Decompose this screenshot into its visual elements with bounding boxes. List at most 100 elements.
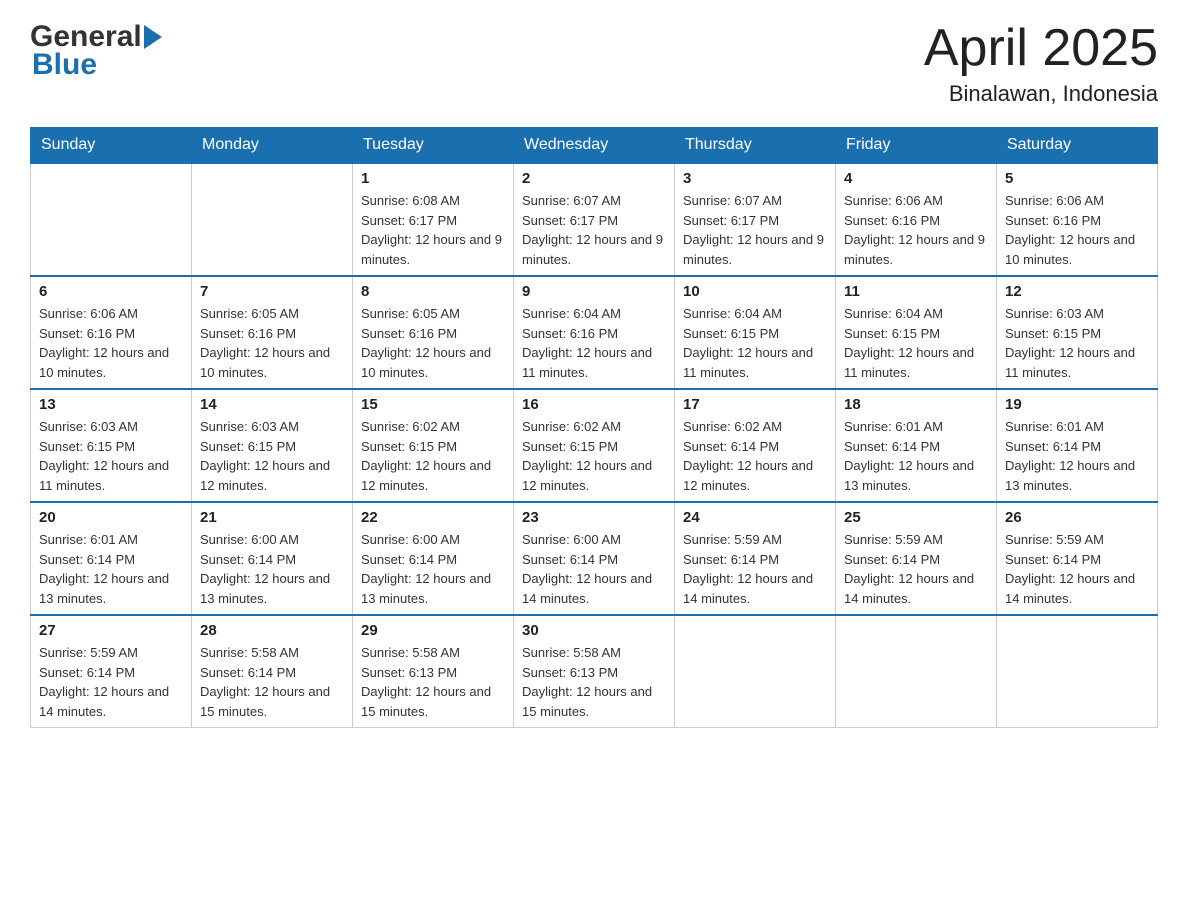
logo: General Blue [30,20,162,82]
calendar-cell: 1 Sunrise: 6:08 AM Sunset: 6:17 PM Daylig… [353,163,514,276]
calendar-cell: 9 Sunrise: 6:04 AM Sunset: 6:16 PM Daylig… [514,276,675,389]
day-info: Sunrise: 6:00 AM Sunset: 6:14 PM Dayligh… [522,530,666,608]
day-info: Sunrise: 6:04 AM Sunset: 6:16 PM Dayligh… [522,304,666,382]
day-number: 8 [361,283,505,300]
day-number: 30 [522,622,666,639]
day-info: Sunrise: 6:02 AM Sunset: 6:15 PM Dayligh… [522,417,666,495]
calendar-cell: 23 Sunrise: 6:00 AM Sunset: 6:14 PM Dayli… [514,502,675,615]
calendar-cell: 18Sunrise: 6:01 AM Sunset: 6:14 PM Dayli… [836,389,997,502]
day-number: 6 [39,283,183,300]
calendar-cell: 19 Sunrise: 6:01 AM Sunset: 6:14 PM Dayli… [997,389,1158,502]
day-number: 11 [844,283,988,300]
day-info: Sunrise: 6:00 AM Sunset: 6:14 PM Dayligh… [200,530,344,608]
calendar-cell: 24 Sunrise: 5:59 AM Sunset: 6:14 PM Dayli… [675,502,836,615]
calendar-cell: 26 Sunrise: 5:59 AM Sunset: 6:14 PM Dayli… [997,502,1158,615]
day-number: 20 [39,509,183,526]
day-number: 17 [683,396,827,413]
day-info: Sunrise: 6:01 AM Sunset: 6:14 PM Dayligh… [1005,417,1149,495]
page-subtitle: Binalawan, Indonesia [924,81,1158,107]
day-number: 22 [361,509,505,526]
day-info: Sunrise: 6:02 AM Sunset: 6:15 PM Dayligh… [361,417,505,495]
day-header-wednesday: Wednesday [514,128,675,164]
day-info: Sunrise: 6:02 AM Sunset: 6:14 PM Dayligh… [683,417,827,495]
calendar-cell [31,163,192,276]
logo-blue-text: Blue [32,48,162,82]
day-info: Sunrise: 5:59 AM Sunset: 6:14 PM Dayligh… [1005,530,1149,608]
day-number: 7 [200,283,344,300]
day-number: 24 [683,509,827,526]
day-info: Sunrise: 6:05 AM Sunset: 6:16 PM Dayligh… [361,304,505,382]
calendar-cell: 8 Sunrise: 6:05 AM Sunset: 6:16 PM Daylig… [353,276,514,389]
calendar-week-2: 6 Sunrise: 6:06 AM Sunset: 6:16 PM Daylig… [31,276,1158,389]
calendar-table: SundayMondayTuesdayWednesdayThursdayFrid… [30,127,1158,728]
calendar-cell [192,163,353,276]
day-number: 10 [683,283,827,300]
day-header-sunday: Sunday [31,128,192,164]
day-number: 28 [200,622,344,639]
day-number: 16 [522,396,666,413]
day-number: 5 [1005,170,1149,187]
day-number: 1 [361,170,505,187]
day-number: 21 [200,509,344,526]
day-number: 15 [361,396,505,413]
day-info: Sunrise: 6:08 AM Sunset: 6:17 PM Dayligh… [361,191,505,269]
title-section: April 2025 Binalawan, Indonesia [924,20,1158,107]
day-number: 27 [39,622,183,639]
day-number: 14 [200,396,344,413]
day-info: Sunrise: 5:59 AM Sunset: 6:14 PM Dayligh… [39,643,183,721]
logo-arrow-icon [144,25,162,49]
day-info: Sunrise: 6:01 AM Sunset: 6:14 PM Dayligh… [39,530,183,608]
page-header: General Blue April 2025 Binalawan, Indon… [30,20,1158,107]
day-info: Sunrise: 5:59 AM Sunset: 6:14 PM Dayligh… [844,530,988,608]
calendar-cell: 20 Sunrise: 6:01 AM Sunset: 6:14 PM Dayli… [31,502,192,615]
day-info: Sunrise: 5:58 AM Sunset: 6:13 PM Dayligh… [361,643,505,721]
day-info: Sunrise: 6:01 AM Sunset: 6:14 PM Dayligh… [844,417,988,495]
day-info: Sunrise: 5:58 AM Sunset: 6:14 PM Dayligh… [200,643,344,721]
day-number: 23 [522,509,666,526]
day-info: Sunrise: 6:07 AM Sunset: 6:17 PM Dayligh… [683,191,827,269]
calendar-cell: 6 Sunrise: 6:06 AM Sunset: 6:16 PM Daylig… [31,276,192,389]
day-info: Sunrise: 6:03 AM Sunset: 6:15 PM Dayligh… [200,417,344,495]
day-info: Sunrise: 6:06 AM Sunset: 6:16 PM Dayligh… [844,191,988,269]
calendar-week-5: 27 Sunrise: 5:59 AM Sunset: 6:14 PM Dayli… [31,615,1158,728]
calendar-cell [675,615,836,728]
day-number: 9 [522,283,666,300]
day-number: 12 [1005,283,1149,300]
calendar-cell: 7 Sunrise: 6:05 AM Sunset: 6:16 PM Daylig… [192,276,353,389]
calendar-week-3: 13 Sunrise: 6:03 AM Sunset: 6:15 PM Dayli… [31,389,1158,502]
calendar-header: SundayMondayTuesdayWednesdayThursdayFrid… [31,128,1158,164]
day-number: 2 [522,170,666,187]
calendar-week-1: 1 Sunrise: 6:08 AM Sunset: 6:17 PM Daylig… [31,163,1158,276]
day-number: 29 [361,622,505,639]
day-number: 13 [39,396,183,413]
day-header-thursday: Thursday [675,128,836,164]
day-info: Sunrise: 6:06 AM Sunset: 6:16 PM Dayligh… [39,304,183,382]
day-info: Sunrise: 6:00 AM Sunset: 6:14 PM Dayligh… [361,530,505,608]
day-info: Sunrise: 6:05 AM Sunset: 6:16 PM Dayligh… [200,304,344,382]
calendar-cell: 17 Sunrise: 6:02 AM Sunset: 6:14 PM Dayli… [675,389,836,502]
day-header-friday: Friday [836,128,997,164]
calendar-cell: 16 Sunrise: 6:02 AM Sunset: 6:15 PM Dayli… [514,389,675,502]
calendar-cell: 5Sunrise: 6:06 AM Sunset: 6:16 PM Daylig… [997,163,1158,276]
calendar-cell: 29 Sunrise: 5:58 AM Sunset: 6:13 PM Dayli… [353,615,514,728]
day-info: Sunrise: 5:59 AM Sunset: 6:14 PM Dayligh… [683,530,827,608]
page-title: April 2025 [924,20,1158,77]
calendar-cell: 22 Sunrise: 6:00 AM Sunset: 6:14 PM Dayli… [353,502,514,615]
day-number: 26 [1005,509,1149,526]
day-number: 25 [844,509,988,526]
calendar-week-4: 20 Sunrise: 6:01 AM Sunset: 6:14 PM Dayli… [31,502,1158,615]
calendar-cell: 4 Sunrise: 6:06 AM Sunset: 6:16 PM Daylig… [836,163,997,276]
calendar-cell: 21 Sunrise: 6:00 AM Sunset: 6:14 PM Dayli… [192,502,353,615]
day-number: 3 [683,170,827,187]
day-info: Sunrise: 6:04 AM Sunset: 6:15 PM Dayligh… [683,304,827,382]
day-number: 19 [1005,396,1149,413]
calendar-cell: 2Sunrise: 6:07 AM Sunset: 6:17 PM Daylig… [514,163,675,276]
calendar-cell: 13 Sunrise: 6:03 AM Sunset: 6:15 PM Dayli… [31,389,192,502]
calendar-cell: 15 Sunrise: 6:02 AM Sunset: 6:15 PM Dayli… [353,389,514,502]
calendar-cell [836,615,997,728]
calendar-cell: 12 Sunrise: 6:03 AM Sunset: 6:15 PM Dayli… [997,276,1158,389]
day-info: Sunrise: 6:03 AM Sunset: 6:15 PM Dayligh… [39,417,183,495]
day-number: 4 [844,170,988,187]
day-info: Sunrise: 6:03 AM Sunset: 6:15 PM Dayligh… [1005,304,1149,382]
calendar-cell [997,615,1158,728]
